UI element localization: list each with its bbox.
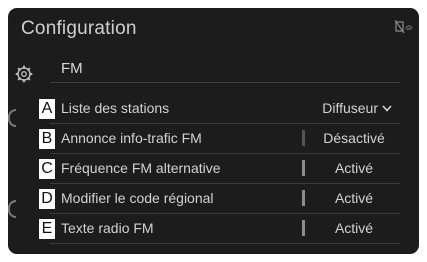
setting-value: Désactivé xyxy=(323,130,385,146)
chevron-down-icon xyxy=(382,104,392,112)
setting-label: Texte radio FM xyxy=(61,220,154,236)
callout-label: B xyxy=(38,128,56,150)
setting-value: Activé xyxy=(334,220,374,236)
setting-label: Liste des stations xyxy=(61,100,170,116)
toggle-indicator xyxy=(302,130,305,146)
scroll-indicator xyxy=(8,200,16,218)
dropdown-value-text: Diffuseur xyxy=(322,100,378,116)
setting-row-regional-code[interactable]: Modifier le code régional Activé xyxy=(50,184,400,214)
callout-label: E xyxy=(38,218,56,240)
setting-value[interactable]: Diffuseur xyxy=(322,100,392,116)
callout-label: A xyxy=(38,98,56,120)
setting-row-station-list[interactable]: Liste des stations Diffuseur xyxy=(50,94,400,124)
setting-label: Modifier le code régional xyxy=(61,190,214,206)
setting-row-radio-text[interactable]: Texte radio FM Activé xyxy=(50,214,400,244)
signal-status-icon xyxy=(395,20,413,34)
toggle-indicator xyxy=(302,220,305,236)
setting-row-alternative-frequency[interactable]: Fréquence FM alternative Activé xyxy=(50,154,400,184)
scroll-indicator xyxy=(8,109,16,127)
page-title: Configuration xyxy=(21,18,137,39)
setting-row-traffic-announcement[interactable]: Annonce info-trafic FM Désactivé xyxy=(50,124,400,154)
toggle-indicator xyxy=(302,190,305,206)
section-label: FM xyxy=(61,60,83,77)
toggle-indicator xyxy=(302,160,305,176)
setting-label: Annonce info-trafic FM xyxy=(61,130,202,146)
setting-value: Activé xyxy=(334,190,374,206)
setting-label: Fréquence FM alternative xyxy=(61,160,221,176)
settings-screen: Configuration FM Liste des stations Diff… xyxy=(8,8,419,254)
callout-label: C xyxy=(38,158,56,180)
section-header: FM xyxy=(50,54,400,83)
setting-value: Activé xyxy=(334,160,374,176)
gear-icon[interactable] xyxy=(14,64,34,84)
callout-label: D xyxy=(38,188,56,210)
